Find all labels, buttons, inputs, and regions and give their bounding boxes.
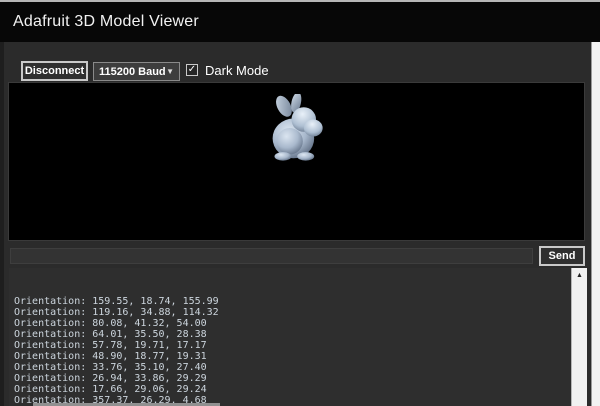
app-header: Adafruit 3D Model Viewer — [0, 2, 600, 42]
log-line: Orientation: 80.08, 41.32, 54.00 — [14, 318, 587, 329]
baud-rate-select[interactable]: 115200 Baud ▼ — [93, 62, 180, 81]
log-line: Orientation: 26.94, 33.86, 29.29 — [14, 373, 587, 384]
log-line: Orientation: 119.16, 34.88, 114.32 — [14, 307, 587, 318]
serial-log[interactable]: Orientation: 159.55, 18.74, 155.99Orient… — [9, 268, 587, 406]
arrow-up-icon[interactable]: ▲ — [572, 268, 587, 279]
page-right-margin — [591, 42, 600, 406]
model-viewer-canvas[interactable] — [8, 82, 585, 241]
serial-send-input[interactable] — [10, 248, 533, 264]
log-scrollbar[interactable]: ▲ — [571, 268, 587, 406]
page-title: Adafruit 3D Model Viewer — [13, 13, 199, 31]
log-line: Orientation: 64.01, 35.50, 28.38 — [14, 329, 587, 340]
serial-log-lines: Orientation: 159.55, 18.74, 155.99Orient… — [9, 268, 587, 406]
dark-mode-checkbox[interactable]: ✓ — [186, 64, 198, 76]
log-line: Orientation: 17.66, 29.06, 29.24 — [14, 384, 587, 395]
send-button[interactable]: Send — [539, 246, 585, 266]
caret-down-icon: ▼ — [166, 67, 174, 76]
disconnect-button[interactable]: Disconnect — [21, 61, 88, 81]
app-window: Adafruit 3D Model Viewer Disconnect 1152… — [0, 0, 600, 406]
log-line: Orientation: 57.78, 19.71, 17.17 — [14, 340, 587, 351]
dark-mode-label: Dark Mode — [205, 63, 269, 78]
log-line: Orientation: 48.90, 18.77, 19.31 — [14, 351, 587, 362]
checkmark-icon: ✓ — [188, 64, 196, 75]
window-left-edge — [0, 2, 4, 406]
bunny-3d-model — [269, 94, 331, 162]
log-line: Orientation: 33.76, 35.10, 27.40 — [14, 362, 587, 373]
baud-rate-value: 115200 Baud — [99, 66, 166, 78]
log-line: Orientation: 159.55, 18.74, 155.99 — [14, 296, 587, 307]
